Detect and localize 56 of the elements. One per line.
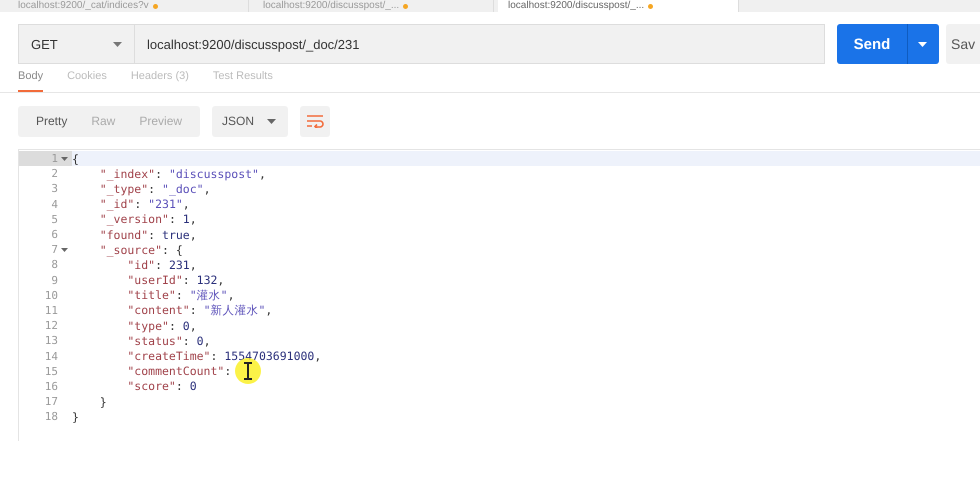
line-number: 10: [44, 288, 58, 302]
caret-icon: [267, 118, 276, 124]
line-number: 14: [44, 350, 58, 363]
line-number: 11: [44, 304, 58, 317]
view-mode-tab[interactable]: Preview: [127, 114, 194, 128]
line-number: 2: [51, 167, 58, 180]
fold-caret-icon[interactable]: [61, 156, 68, 161]
code-line: "_version": 1,: [98, 212, 197, 226]
code-line: "_type": "_doc",: [98, 182, 211, 196]
code-line: {: [72, 152, 79, 166]
wrap-icon: [306, 114, 324, 128]
code-line: "score": 0: [126, 379, 197, 394]
response-tab[interactable]: Cookies: [67, 70, 107, 92]
line-number: 1: [51, 152, 58, 166]
code-line: "createTime": 1554703691000,: [126, 349, 322, 364]
code-line: }: [72, 410, 79, 424]
code-line: "found": true,: [98, 228, 197, 242]
wrap-lines-button[interactable]: [300, 106, 330, 136]
format-dropdown[interactable]: JSON: [212, 106, 288, 136]
code-line: "type": 0,: [126, 318, 197, 333]
line-number: 16: [44, 380, 58, 393]
line-number: 5: [51, 212, 58, 226]
code-line: "content": "新人灌水",: [126, 302, 272, 318]
response-tab[interactable]: Body: [18, 70, 44, 92]
line-number: 12: [44, 319, 58, 332]
response-tab[interactable]: Headers (3): [130, 70, 189, 92]
view-mode-tab[interactable]: Pretty: [24, 114, 80, 128]
line-number: 8: [51, 258, 58, 272]
code-line: "status": 0,: [126, 334, 211, 348]
code-line: "id": 231,: [126, 258, 197, 272]
line-number: 15: [44, 364, 58, 378]
caret-icon: [113, 42, 122, 46]
line-number: 17: [44, 395, 58, 408]
method-dropdown[interactable]: GET: [18, 24, 135, 64]
code-line: }: [98, 394, 107, 409]
url-field[interactable]: localhost:9200/discusspost/_doc/231: [135, 24, 825, 64]
code-line: "userId": 132,: [126, 273, 224, 288]
caret-icon[interactable]: [918, 42, 927, 46]
code-line: "_id": "231",: [98, 197, 190, 212]
code-line: "commentCount":: [126, 364, 232, 378]
save-button[interactable]: Sav: [946, 24, 980, 64]
code-line: "title": "灌水",: [126, 288, 235, 303]
line-number: 7: [51, 243, 58, 256]
line-number: 3: [51, 182, 58, 196]
code-line: "_index": "discusspost",: [98, 166, 266, 181]
line-number: 4: [51, 198, 58, 211]
code-line: "_source": {: [98, 242, 183, 257]
request-tab[interactable]: localhost:9200/discusspost/_...: [498, 0, 739, 12]
line-number: 9: [51, 274, 58, 287]
view-mode-tab[interactable]: Raw: [79, 114, 128, 128]
line-number: 13: [44, 334, 58, 348]
response-tab[interactable]: Test Results: [212, 70, 273, 92]
send-button[interactable]: Send: [837, 24, 939, 64]
line-number: 18: [44, 410, 58, 424]
fold-caret-icon[interactable]: [61, 248, 68, 252]
line-number: 6: [51, 228, 58, 242]
